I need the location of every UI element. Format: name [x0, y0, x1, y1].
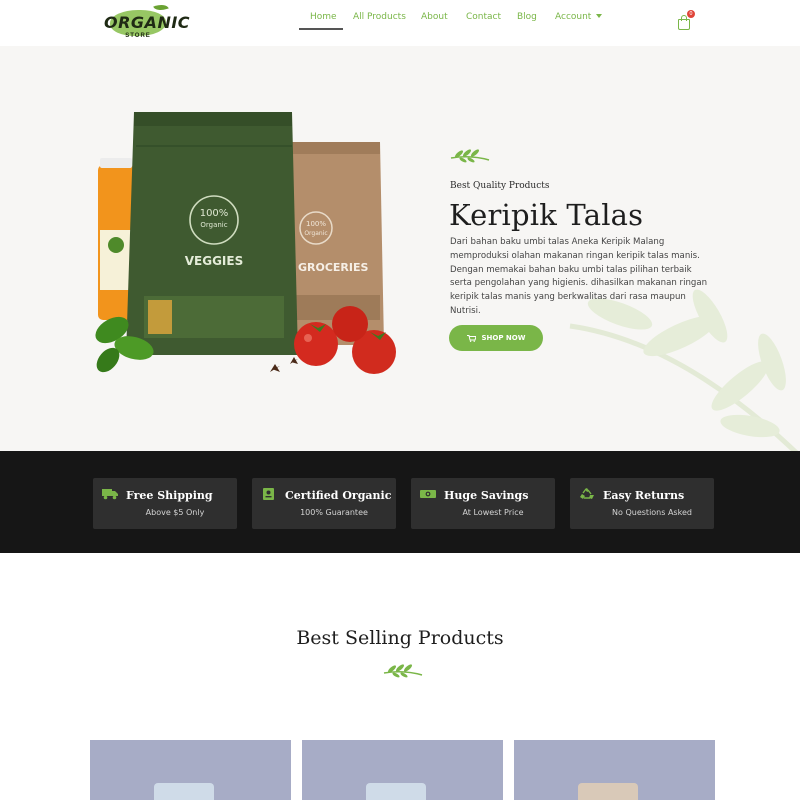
product-card[interactable]: [90, 740, 291, 800]
money-icon: [420, 490, 436, 498]
product-image: [366, 783, 426, 800]
hero-product-image: 100% Organic GROCERIES 100% Organic VEGG…: [95, 112, 396, 374]
nav-item-home[interactable]: Home: [299, 0, 343, 30]
nav-item-account[interactable]: Account: [544, 0, 604, 30]
nav-item-blog[interactable]: Blog: [506, 0, 544, 30]
brand-logo[interactable]: ORGANIC STORE: [100, 1, 191, 42]
section-title: Best Selling Products: [296, 627, 504, 649]
feature-subtitle: Above $5 Only: [145, 508, 205, 517]
site-header: ORGANIC STORE Home All Products About Co…: [0, 0, 800, 46]
product-card[interactable]: [514, 740, 715, 800]
hero-kicker: Best Quality Products: [450, 181, 550, 191]
feature-card: Certified Organic 100% Guarantee: [252, 478, 396, 529]
nav-item-contact[interactable]: Contact: [456, 0, 506, 30]
bag1-badge-top: 100%: [200, 208, 229, 219]
bag2-badge-top: 100%: [306, 220, 326, 228]
truck-icon: [102, 489, 118, 500]
nav-item-account-label: Account: [555, 12, 592, 22]
feature-card: Free Shipping Above $5 Only: [93, 478, 237, 529]
logo-subtext: STORE: [125, 33, 151, 39]
product-image: [578, 783, 638, 800]
bag2-label: GROCERIES: [298, 261, 369, 274]
nav-item-about[interactable]: About: [411, 0, 456, 30]
product-card[interactable]: [302, 740, 503, 800]
feature-card: Easy Returns No Questions Asked: [570, 478, 714, 529]
feature-title: Easy Returns: [603, 489, 685, 502]
chevron-down-icon: [596, 14, 603, 18]
feature-subtitle: 100% Guarantee: [300, 508, 368, 517]
certificate-icon: [263, 488, 274, 500]
shopping-cart-icon: [466, 334, 476, 342]
bag1-label: VEGGIES: [185, 254, 244, 268]
hero-title: Keripik Talas: [449, 198, 644, 232]
logo-text: ORGANIC: [104, 13, 191, 32]
bag1-badge-bottom: Organic: [200, 221, 227, 229]
feature-title: Free Shipping: [126, 489, 213, 502]
bag2-badge-bottom: Organic: [304, 230, 327, 237]
nav-item-all-products[interactable]: All Products: [343, 0, 411, 30]
feature-subtitle: At Lowest Price: [462, 508, 524, 517]
feature-card: Huge Savings At Lowest Price: [411, 478, 555, 529]
main-nav: Home All Products About Contact Blog Acc…: [299, 0, 604, 30]
product-image: [154, 783, 214, 800]
recycle-icon: [580, 488, 594, 499]
shop-now-label: SHOP NOW: [481, 334, 526, 342]
leaf-branch-icon: [450, 149, 490, 163]
features-bar: Free Shipping Above $5 Only Certified Or…: [0, 451, 800, 553]
leaf-branch-icon: [383, 664, 423, 678]
feature-title: Huge Savings: [444, 489, 529, 502]
hero-description: Dari bahan baku umbi talas Aneka Keripik…: [450, 237, 708, 316]
feature-subtitle: No Questions Asked: [612, 508, 692, 517]
cart-count-badge: 0: [687, 10, 695, 18]
feature-title: Certified Organic: [285, 489, 392, 502]
shop-now-button[interactable]: SHOP NOW: [449, 325, 543, 351]
